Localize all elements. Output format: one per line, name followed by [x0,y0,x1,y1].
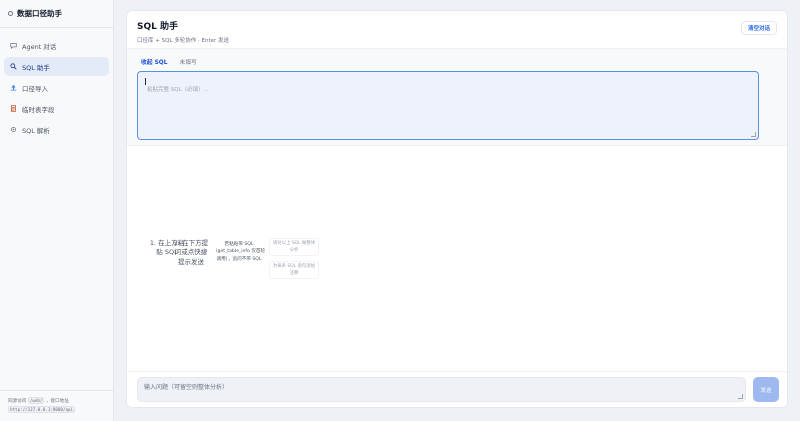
clear-chat-button[interactable]: 清空对话 [740,21,777,35]
message-area: 1. 在上方粘贴 SQL 2. 在下方提问或点快捷提示发送 若粘贴带 SQL（g… [127,147,787,373]
sql-tabs: 收起 SQL 未填写 [141,55,777,67]
sidebar-nav: Agent 对话 SQL 助手 口径导入 临时表字段 SQL 解析 [0,28,113,149]
chat-icon [10,42,17,49]
quick-prompt-comment[interactable]: 为每条 SQL 语句添加注释 [269,261,319,280]
sidebar-item-sql-parse[interactable]: SQL 解析 [4,120,109,139]
main-card: SQL 助手 口径库 + SQL 多轮协作 · Enter 发送 清空对话 收起… [126,10,788,408]
footer-prefix: 同源访问 [8,399,27,405]
app-title: 数据口径助手 [17,9,62,18]
page-title: SQL 助手 [137,22,179,32]
text-caret [145,78,146,85]
footer-api-code: http://127.0.0.1:8000/api [8,406,76,414]
sql-panel: 收起 SQL 未填写 粘贴完整 SQL（必填）... [127,49,787,146]
hint-note: 若粘贴带 SQL（get_table_info 仅首轮调用），追问不带 SQL [212,242,266,262]
table-icon [10,105,17,112]
page-subtitle: 口径库 + SQL 多轮协作 · Enter 发送 [137,38,229,44]
sidebar-item-label: SQL 解析 [22,126,50,135]
send-button[interactable]: 发送 [753,377,779,402]
tab-sql-status: 未填写 [179,59,197,66]
footer-path-code: /web/ [27,397,45,405]
sql-input[interactable]: 粘贴完整 SQL（必填）... [137,71,759,140]
import-icon [10,84,17,91]
resize-handle-icon[interactable] [751,132,756,137]
brand: 数据口径助手 [0,0,113,28]
sidebar-item-label: 临时表字段 [22,105,55,114]
hint-step-2: 2. 在下方提问或点快捷提示发送 [173,239,209,266]
resize-handle-icon[interactable] [738,394,743,399]
sql-input-placeholder: 粘贴完整 SQL（必填）... [147,87,209,93]
sidebar-item-import[interactable]: 口径导入 [4,78,109,97]
sidebar: 数据口径助手 Agent 对话 SQL 助手 口径导入 临时表字段 SQL 解析… [0,0,114,421]
footer-middle: ，接口地址 [45,399,69,405]
quick-prompt-analyze[interactable]: 请对以上 SQL 做整体分析 [269,238,319,257]
question-input-placeholder: 输入问题（可留空则整体分析） [144,384,229,391]
sidebar-footer: 同源访问 /web/ ，接口地址 http://127.0.0.1:8000/a… [0,390,114,421]
sidebar-item-label: 口径导入 [22,84,48,93]
search-icon [10,63,17,70]
parse-icon [10,126,17,133]
sidebar-item-temp-table[interactable]: 临时表字段 [4,99,109,118]
tab-collapse-sql[interactable]: 收起 SQL [141,57,167,66]
page-header: SQL 助手 口径库 + SQL 多轮协作 · Enter 发送 清空对话 [127,11,787,49]
sidebar-item-sql-assistant[interactable]: SQL 助手 [4,57,109,76]
logo-icon [8,11,13,16]
composer: 输入问题（可留空则整体分析） 发送 [127,371,787,407]
sidebar-item-label: SQL 助手 [22,63,50,72]
sidebar-item-agent-chat[interactable]: Agent 对话 [4,36,109,55]
question-input[interactable]: 输入问题（可留空则整体分析） [137,377,746,402]
sidebar-item-label: Agent 对话 [22,42,57,51]
